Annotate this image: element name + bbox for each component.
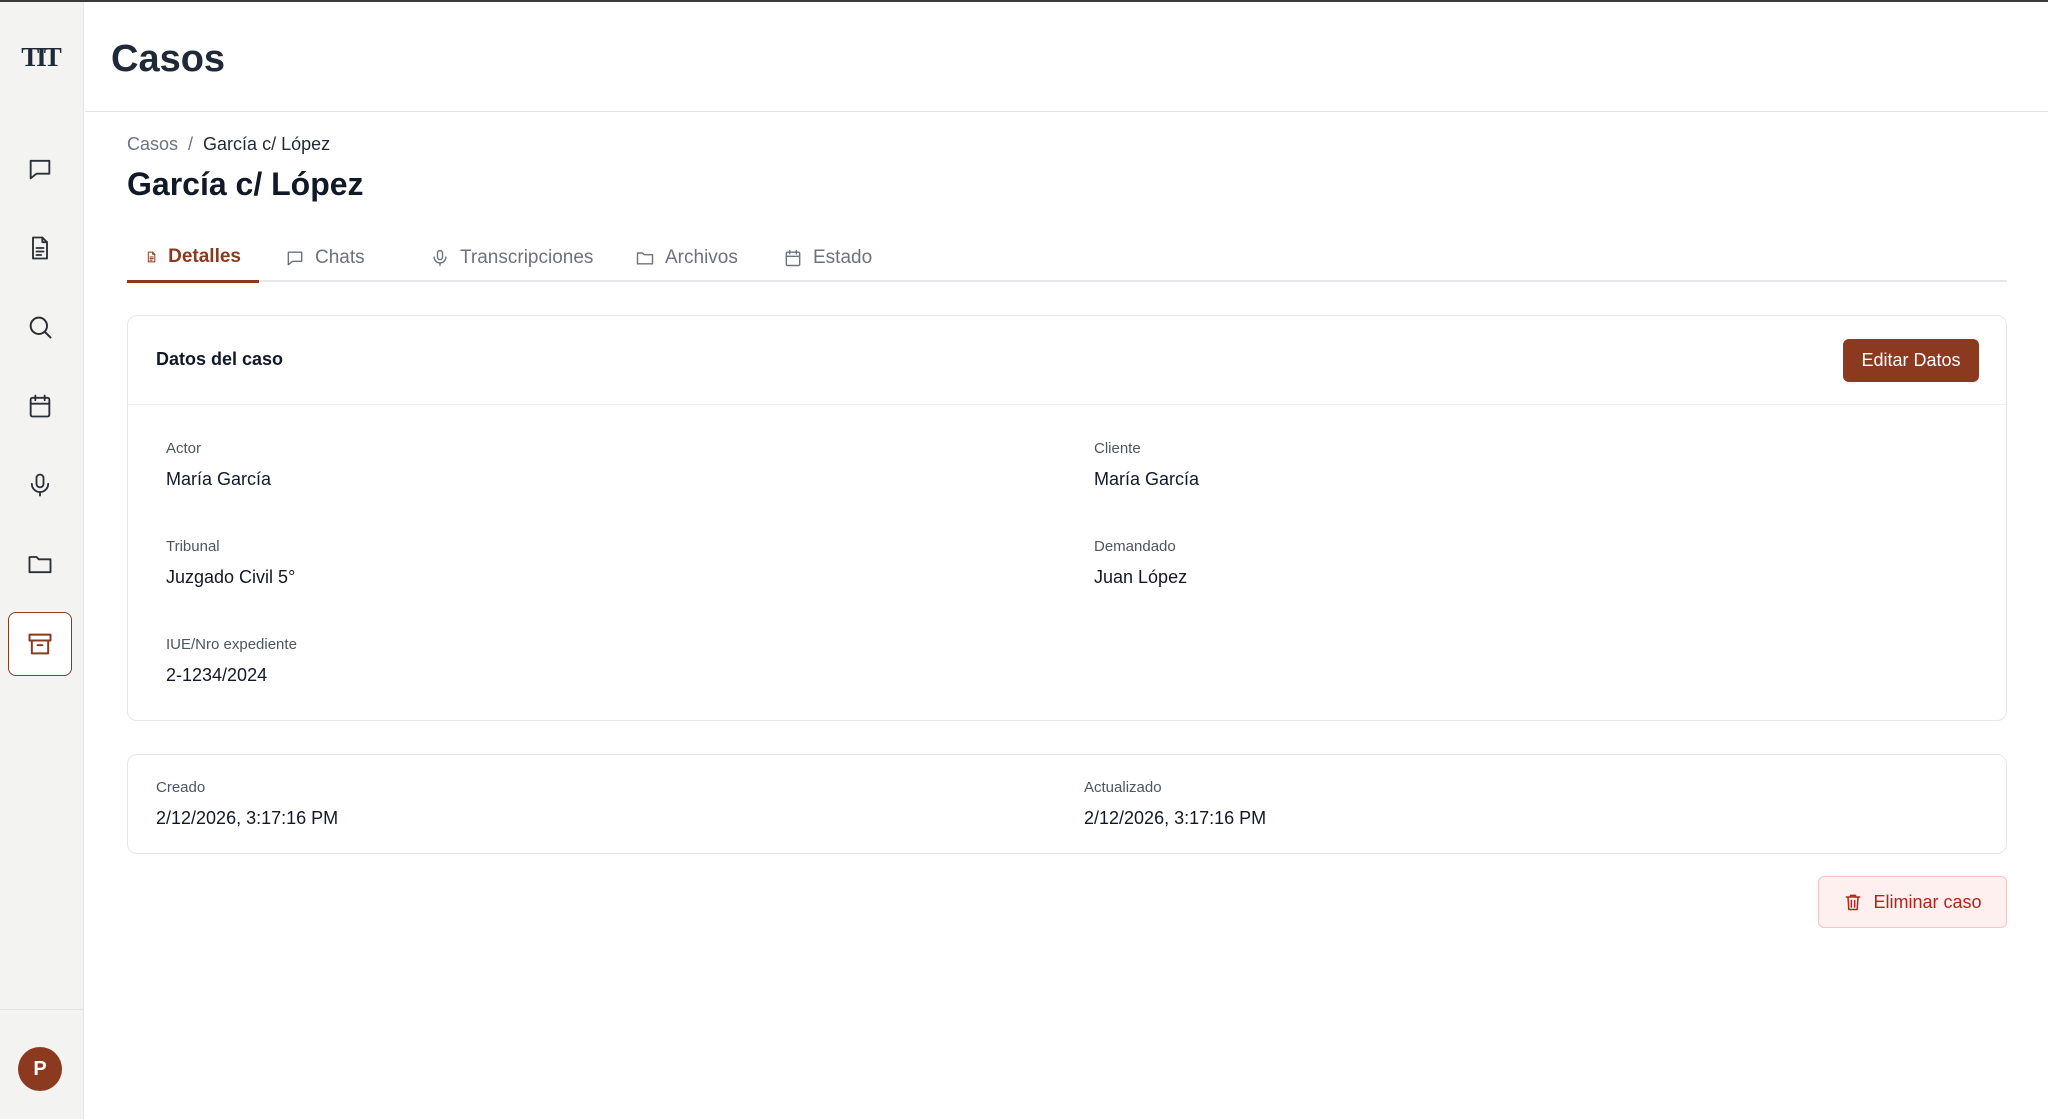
- calendar-icon: [29, 394, 51, 418]
- tab-label: Archivos: [665, 247, 738, 268]
- tab-archivos[interactable]: Archivos: [617, 234, 756, 282]
- field-value: María García: [166, 469, 272, 489]
- breadcrumb-root-link[interactable]: Casos: [127, 134, 178, 155]
- field-created: Creado 2/12/2026, 3:17:16 PM: [156, 779, 338, 829]
- field-label: Tribunal: [166, 538, 220, 555]
- sidebar-item-cases[interactable]: [8, 612, 72, 676]
- field-label: Creado: [156, 779, 206, 796]
- delete-case-label: Eliminar caso: [1873, 891, 1982, 912]
- card-header: Datos del caso Editar Datos: [128, 316, 2006, 405]
- breadcrumb-current: García c/ López: [203, 134, 331, 154]
- microphone-icon: [433, 249, 447, 267]
- page-title: Casos: [111, 38, 226, 80]
- sidebar-item-documents[interactable]: [8, 216, 72, 280]
- folder-icon: [636, 252, 654, 265]
- case-meta-card: Creado 2/12/2026, 3:17:16 PM Actualizado…: [127, 754, 2007, 854]
- tab-label: Transcripciones: [460, 247, 594, 268]
- app-logo[interactable]: TIT: [20, 40, 62, 74]
- field-value: 2/12/2026, 3:17:16 PM: [156, 808, 339, 828]
- tab-label: Detalles: [168, 246, 241, 267]
- tab-chats[interactable]: Chats: [267, 234, 383, 282]
- field-value: 2/12/2026, 3:17:16 PM: [1084, 808, 1267, 828]
- tab-transcripciones[interactable]: Transcripciones: [412, 234, 611, 282]
- search-icon: [29, 316, 52, 339]
- breadcrumb-separator: /: [188, 134, 194, 154]
- sidebar: TIT P: [0, 2, 84, 1119]
- field-label: Actualizado: [1084, 779, 1162, 796]
- tab-estado[interactable]: Estado: [765, 234, 890, 282]
- tab-label: Estado: [813, 247, 873, 268]
- breadcrumb: Casos / García c/ López: [127, 134, 330, 155]
- page-header: Casos: [85, 2, 2048, 112]
- document-icon: [32, 236, 48, 260]
- case-title: García c/ López: [127, 166, 364, 202]
- field-iue: IUE/Nro expediente 2-1234/2024: [166, 636, 297, 686]
- folder-icon: [28, 556, 52, 574]
- field-label: IUE/Nro expediente: [166, 636, 297, 653]
- field-demandado: Demandado Juan López: [1094, 538, 1187, 588]
- case-details-card: Datos del caso Editar Datos Actor María …: [127, 315, 2007, 721]
- field-label: Actor: [166, 440, 202, 457]
- field-tribunal: Tribunal Juzgado Civil 5°: [166, 538, 295, 588]
- field-value: María García: [1094, 469, 1200, 489]
- sidebar-divider: [0, 1009, 83, 1010]
- field-actor: Actor María García: [166, 440, 271, 490]
- field-label: Cliente: [1094, 440, 1141, 457]
- user-avatar[interactable]: P: [18, 1047, 62, 1091]
- delete-case-button[interactable]: Eliminar caso: [1818, 876, 2007, 928]
- sidebar-item-files[interactable]: [8, 532, 72, 596]
- edit-data-button[interactable]: Editar Datos: [1843, 339, 1979, 382]
- field-updated: Actualizado 2/12/2026, 3:17:16 PM: [1084, 779, 1266, 829]
- sidebar-item-chats[interactable]: [8, 137, 72, 201]
- chat-icon: [287, 251, 303, 266]
- archive-icon: [28, 633, 52, 655]
- field-label: Demandado: [1094, 538, 1176, 555]
- document-icon: [147, 251, 156, 263]
- microphone-icon: [30, 473, 50, 497]
- tab-detalles[interactable]: Detalles: [127, 234, 259, 283]
- field-value: Juzgado Civil 5°: [166, 567, 296, 587]
- sidebar-item-search[interactable]: [8, 295, 72, 359]
- field-value: Juan López: [1094, 567, 1188, 587]
- sidebar-item-transcriptions[interactable]: [8, 453, 72, 517]
- card-title: Datos del caso: [156, 349, 284, 369]
- tab-label: Chats: [315, 247, 365, 268]
- field-value: 2-1234/2024: [166, 665, 268, 685]
- chat-icon: [29, 159, 51, 180]
- case-tabs: Detalles Chats Transcripciones Archivos …: [127, 234, 2007, 283]
- field-cliente: Cliente María García: [1094, 440, 1199, 490]
- trash-icon: [1846, 894, 1861, 911]
- sidebar-item-calendar[interactable]: [8, 374, 72, 438]
- calendar-icon: [785, 249, 801, 267]
